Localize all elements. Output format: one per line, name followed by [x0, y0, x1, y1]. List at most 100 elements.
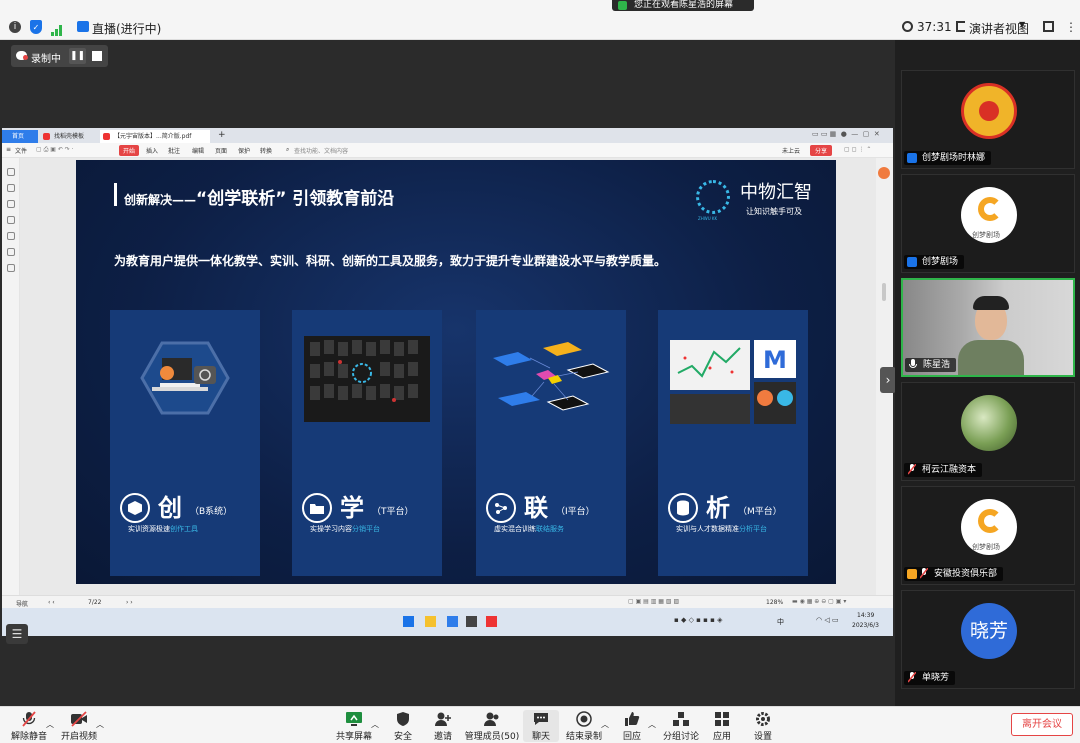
thumbnail-icon[interactable] [7, 184, 15, 192]
participant-name-tag: 创梦剧场时林娜 [904, 151, 992, 165]
more-icon[interactable]: ⋮ [1065, 20, 1077, 34]
tray-icons[interactable]: ▪ ◆ ◇ ▪ ▪ ▪ ◈ [674, 616, 722, 624]
page-nav-arrows[interactable]: › › [126, 599, 133, 606]
page-number-input[interactable]: 7/22 [88, 599, 101, 606]
attachment-icon[interactable] [7, 232, 15, 240]
folder-app-icon[interactable] [425, 616, 436, 627]
app-icon[interactable] [466, 616, 477, 627]
stop-recording-label: 结束录制 [565, 732, 602, 742]
chevron-up-icon[interactable]: ︿ [96, 719, 104, 730]
slide-title-main: “创学联析” 引领教育前沿 [196, 189, 395, 209]
manage-members-button[interactable]: 管理成员(50) [463, 710, 521, 742]
participant-tile[interactable]: 创梦剧场 创梦剧场 [901, 174, 1075, 273]
chat-button[interactable]: 聊天 [523, 710, 559, 742]
file-menu[interactable]: 文件 [15, 146, 27, 155]
panel-expand-chevron-icon[interactable]: › [880, 367, 896, 393]
network-icon [486, 493, 516, 523]
taskbar-date[interactable]: 2023/6/3 [852, 622, 879, 629]
live-status[interactable]: 直播(进行中) [92, 20, 161, 37]
card-desc: 实训资源极速创作工具 [128, 524, 198, 534]
participant-name-tag: 陈星浩 [905, 358, 957, 372]
participant-name-tag: 创梦剧场 [904, 255, 965, 269]
search-input[interactable]: 查找功能、文档内容 [294, 146, 348, 155]
tab-template[interactable]: 找稻壳模板 [40, 130, 98, 143]
ime-indicator[interactable]: 中 [777, 617, 784, 627]
toolbar-item[interactable]: 页面 [215, 146, 227, 155]
home-tab[interactable]: 开始 [119, 145, 140, 156]
participant-tile[interactable]: 晓芳 单晓芳 [901, 590, 1075, 689]
share-screen-icon [346, 712, 362, 726]
mic-muted-icon [908, 464, 916, 475]
menu-icon[interactable]: ≡ [6, 146, 11, 153]
toolbar-item[interactable]: 批注 [168, 146, 180, 155]
participant-tile[interactable]: 创梦剧场时林娜 [901, 70, 1075, 169]
card-desc: 虚实混合训练联结服务 [494, 524, 564, 534]
speaker-view-icon [956, 21, 965, 32]
tab-home[interactable]: 首页 [2, 130, 38, 143]
toolbar-item[interactable]: 编辑 [192, 146, 204, 155]
search-icon[interactable]: ⌕ [286, 146, 289, 154]
speaker-hair [973, 296, 1009, 310]
card-desc: 实训与人才数据精准分析平台 [676, 524, 767, 534]
participant-tile-active-speaker[interactable]: 陈星浩 [901, 278, 1075, 377]
i-platform-illustration [488, 328, 614, 428]
participant-avatar-mark [979, 101, 999, 121]
leave-meeting-button[interactable]: 离开会议 [1011, 713, 1073, 736]
breakout-rooms-icon [673, 712, 689, 726]
reaction-label: 回应 [622, 732, 641, 742]
tab-pdf[interactable]: 【元宇宙版本】...简介版.pdf [100, 130, 210, 143]
stamp-icon[interactable] [7, 248, 15, 256]
participant-tile[interactable]: 创梦剧场 安徽投资俱乐部 [901, 486, 1075, 585]
shared-screen: 首页 找稻壳模板 【元宇宙版本】...简介版.pdf + ▭ ▭ ▦ ● — ▢… [2, 128, 893, 636]
view-mode-icons[interactable]: ▢ ▣ ▤ ▥ ▦ ▧ ▨ [628, 598, 679, 605]
cloud-status[interactable]: 未上云 [782, 146, 800, 155]
nav-pane-toggle[interactable]: 导航 [16, 599, 28, 608]
quick-tools-icons[interactable]: ▢ ⎙ ▣ ↶ ↷ · [36, 146, 74, 154]
wps-app-icon[interactable] [486, 616, 497, 627]
bookmark-icon[interactable] [7, 168, 15, 176]
folder-icon [302, 493, 332, 523]
mic-muted-icon [22, 711, 36, 727]
card-link: 联 （I平台） 虚实混合训练联结服务 [476, 310, 626, 576]
zoom-level[interactable]: 128% [766, 599, 783, 606]
member-list-icon[interactable]: ☰ [6, 624, 28, 644]
avatar-caption: 创梦剧场 [972, 543, 1000, 551]
assistant-icon[interactable] [878, 167, 890, 179]
status-right-icons[interactable]: ▬ ◉ ▦ ⊕ ⊖ ▢ ▣ ▾ [792, 598, 846, 605]
shield-icon[interactable]: ✓ [30, 20, 42, 34]
chevron-down-icon[interactable]: ▼ [1019, 20, 1025, 29]
toolbar-item[interactable]: 保护 [238, 146, 250, 155]
layers-icon[interactable] [7, 264, 15, 272]
page-nav-arrows[interactable]: ‹ ‹ [48, 599, 55, 606]
invite-button[interactable]: 邀请 [417, 710, 469, 742]
window-controls[interactable]: ▭ ▭ ▦ ● — ▢ ✕ [812, 130, 880, 138]
participant-tile[interactable]: 柯云江融资本 [901, 382, 1075, 481]
document-status-bar: 导航 ‹ ‹ 7/22 › › ▢ ▣ ▤ ▥ ▦ ▧ ▨ 128% ▬ ◉ ▦… [2, 595, 893, 608]
browser-app-icon[interactable] [447, 616, 458, 627]
taskbar-time[interactable]: 14:39 [857, 612, 874, 619]
toolbar-item[interactable]: 插入 [146, 146, 158, 155]
comment-icon[interactable] [7, 200, 15, 208]
signal-icon[interactable] [51, 21, 63, 36]
system-icons[interactable]: ◠ ◁ ▭ [816, 616, 839, 624]
annotation-icon[interactable] [7, 216, 15, 224]
b-system-illustration [122, 328, 248, 428]
tab-label: 【元宇宙版本】...简介版.pdf [114, 133, 192, 140]
toolbar-item[interactable]: 转换 [260, 146, 272, 155]
clock-icon [902, 21, 913, 32]
scroll-thumb[interactable] [882, 283, 886, 301]
new-tab-icon[interactable]: + [218, 130, 226, 140]
start-icon[interactable] [403, 616, 414, 627]
card-tag: （B系统） [190, 507, 233, 517]
participant-avatar-mark [978, 197, 1002, 221]
fullscreen-icon[interactable] [1043, 21, 1054, 32]
toolbar-right-icons[interactable]: ▢ ◻ ⋮ ⌃ [844, 146, 871, 153]
settings-button[interactable]: 设置 [737, 710, 789, 742]
card-tag: （T平台） [372, 507, 414, 517]
share-button[interactable]: 分享 [810, 145, 833, 156]
mic-icon [909, 359, 917, 368]
stop-recording-icon[interactable] [92, 51, 102, 61]
pause-recording-icon[interactable]: ❚❚ [69, 48, 86, 64]
info-icon[interactable]: i [9, 21, 21, 33]
add-user-icon [435, 712, 451, 726]
